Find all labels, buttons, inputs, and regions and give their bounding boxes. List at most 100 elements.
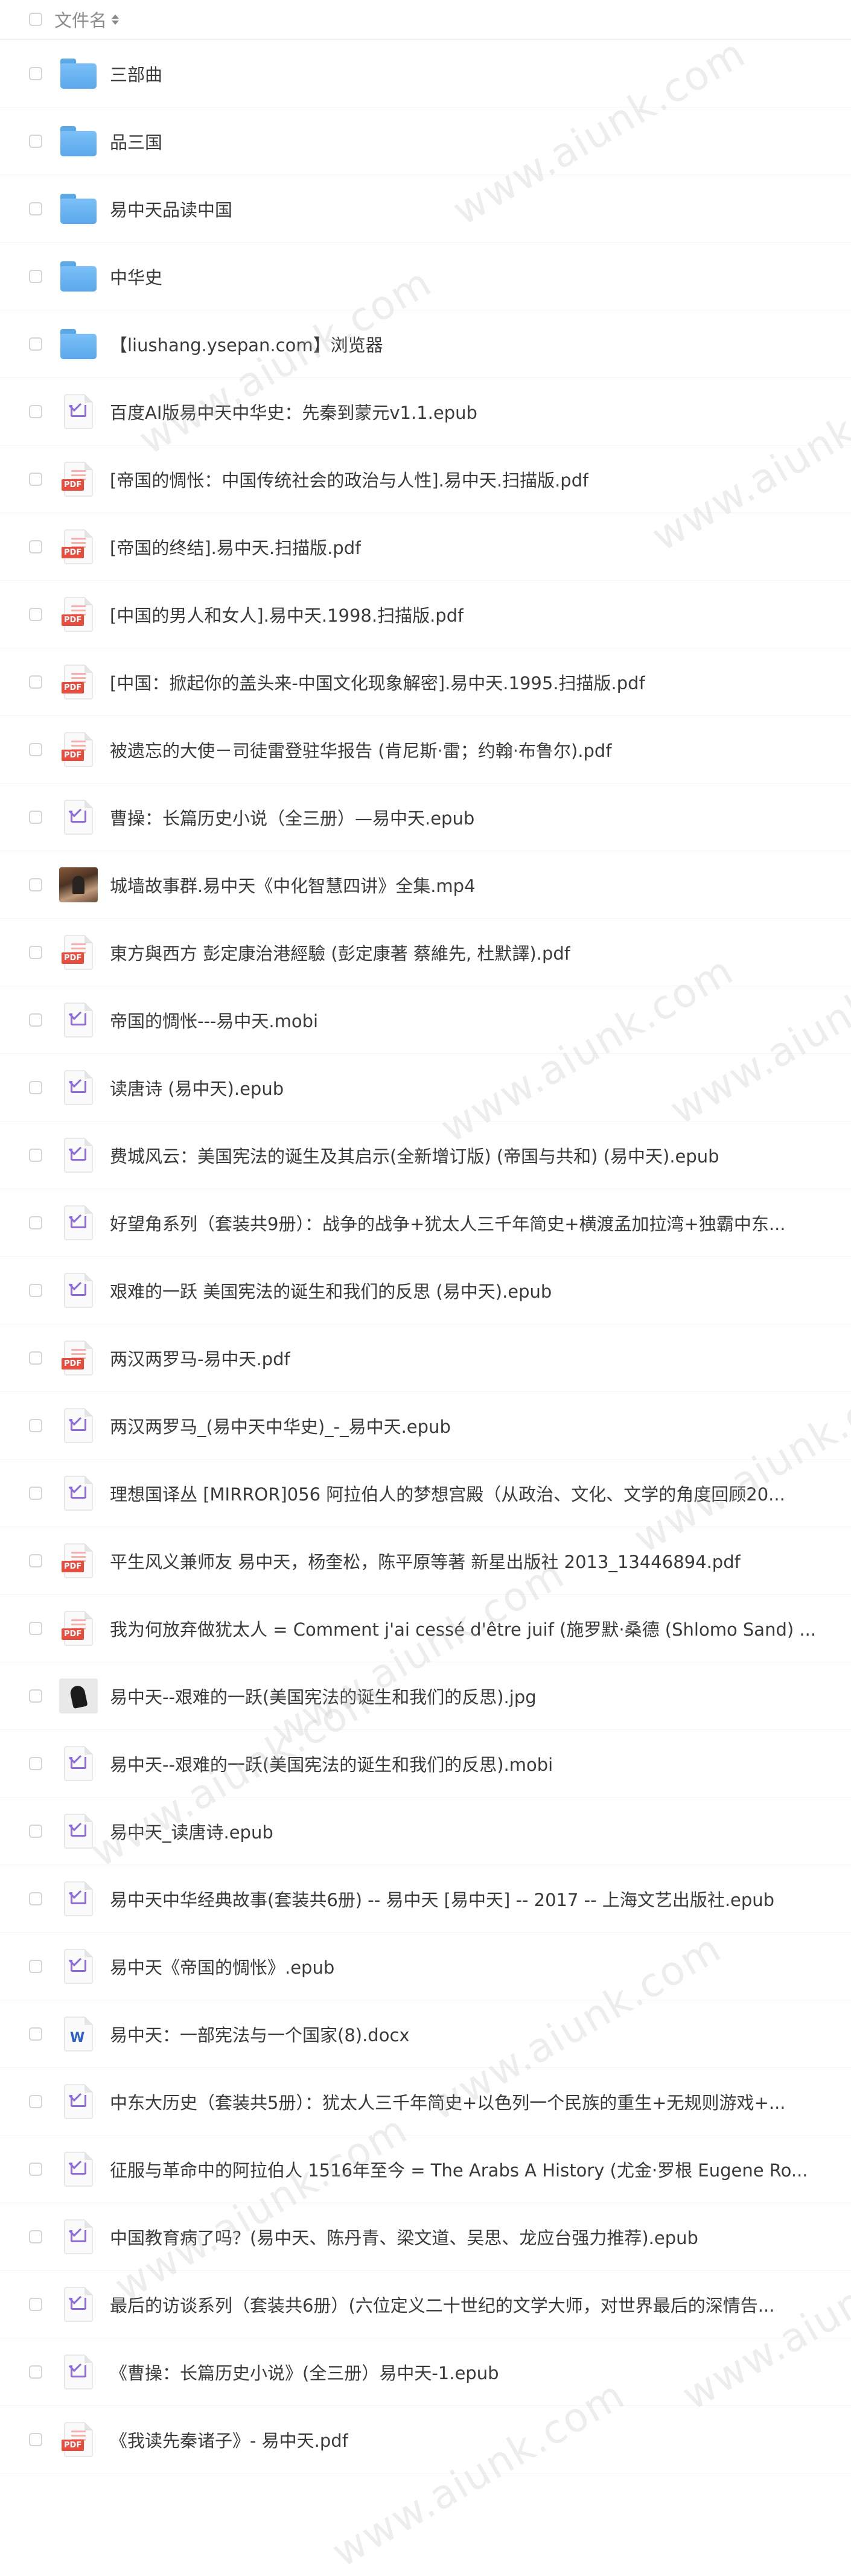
file-name[interactable]: 易中天_读唐诗.epub (110, 1819, 273, 1844)
file-row[interactable]: PDF [帝国的惆怅：中国传统社会的政治与人性].易中天.扫描版.pdf (0, 445, 851, 513)
file-name[interactable]: 《我读先秦诸子》- 易中天.pdf (110, 2427, 348, 2452)
file-row[interactable]: 中东大历史（套装共5册）：犹太人三千年简史+以色列一个民族的重生+无规则游戏+.… (0, 2068, 851, 2135)
row-checkbox[interactable] (29, 1148, 42, 1162)
file-row[interactable]: 曹操：长篇历史小说（全三册）—易中天.epub (0, 783, 851, 851)
file-row[interactable]: 好望角系列（套装共9册）：战争的战争+犹太人三千年简史+横渡孟加拉湾+独霸中东.… (0, 1189, 851, 1257)
file-name[interactable]: 两汉两罗马-易中天.pdf (110, 1345, 290, 1371)
row-checkbox[interactable] (29, 1216, 42, 1229)
file-name[interactable]: 曹操：长篇历史小说（全三册）—易中天.epub (110, 805, 474, 830)
file-name[interactable]: 征服与革命中的阿拉伯人 1516年至今 = The Arabs A Histor… (110, 2157, 808, 2182)
row-checkbox[interactable] (29, 945, 42, 959)
file-name[interactable]: 平生风义兼师友 易中天，杨奎松，陈平原等著 新星出版社 2013_1344689… (110, 1548, 741, 1573)
file-name[interactable]: 中国教育病了吗？(易中天、陈丹青、梁文道、吴思、龙应台强力推荐).epub (110, 2224, 698, 2249)
file-name[interactable]: 我为何放弃做犹太人 = Comment j'ai cessé d'être ju… (110, 1616, 816, 1641)
file-row[interactable]: 艰难的一跃 美国宪法的诞生和我们的反思 (易中天).epub (0, 1257, 851, 1324)
file-name[interactable]: 费城风云：美国宪法的诞生及其启示(全新增订版) (帝国与共和) (易中天).ep… (110, 1143, 719, 1168)
file-row[interactable]: 易中天中华经典故事(套装共6册) -- 易中天 [易中天] -- 2017 --… (0, 1865, 851, 1933)
row-checkbox[interactable] (29, 66, 42, 80)
row-checkbox[interactable] (29, 1418, 42, 1432)
file-name[interactable]: 中东大历史（套装共5册）：犹太人三千年简史+以色列一个民族的重生+无规则游戏+.… (110, 2089, 786, 2114)
row-checkbox[interactable] (29, 675, 42, 689)
file-name[interactable]: 好望角系列（套装共9册）：战争的战争+犹太人三千年简史+横渡孟加拉湾+独霸中东.… (110, 1210, 786, 1235)
row-checkbox[interactable] (29, 2365, 42, 2379)
row-checkbox[interactable] (29, 1892, 42, 1905)
row-checkbox[interactable] (29, 2230, 42, 2243)
file-row[interactable]: 理想国译丛 [MIRROR]056 阿拉伯人的梦想宫殿（从政治、文化、文学的角度… (0, 1459, 851, 1527)
row-checkbox[interactable] (29, 878, 42, 891)
row-checkbox[interactable] (29, 337, 42, 351)
row-checkbox[interactable] (29, 540, 42, 553)
row-checkbox[interactable] (29, 2027, 42, 2041)
row-checkbox[interactable] (29, 472, 42, 486)
row-checkbox[interactable] (29, 1824, 42, 1838)
file-row[interactable]: 中国教育病了吗？(易中天、陈丹青、梁文道、吴思、龙应台强力推荐).epub (0, 2203, 851, 2271)
file-row[interactable]: PDF [中国的男人和女人].易中天.1998.扫描版.pdf (0, 581, 851, 648)
file-name[interactable]: [中国的男人和女人].易中天.1998.扫描版.pdf (110, 602, 464, 627)
file-row[interactable]: 品三国 (0, 107, 851, 175)
file-name[interactable]: 帝国的惆怅---易中天.mobi (110, 1007, 318, 1033)
file-name[interactable]: [中国：掀起你的盖头来-中国文化现象解密].易中天.1995.扫描版.pdf (110, 669, 645, 695)
file-name[interactable]: 易中天--艰难的一跃(美国宪法的诞生和我们的反思).mobi (110, 1751, 553, 1776)
file-row[interactable]: W 易中天：一部宪法与一个国家(8).docx (0, 2000, 851, 2068)
file-row[interactable]: PDF 两汉两罗马-易中天.pdf (0, 1324, 851, 1392)
row-checkbox[interactable] (29, 1689, 42, 1703)
sort-icon[interactable] (112, 14, 120, 25)
row-checkbox[interactable] (29, 1283, 42, 1297)
row-checkbox[interactable] (29, 1080, 42, 1094)
file-row[interactable]: PDF 《我读先秦诸子》- 易中天.pdf (0, 2406, 851, 2473)
file-row[interactable]: PDF [中国：掀起你的盖头来-中国文化现象解密].易中天.1995.扫描版.pd… (0, 648, 851, 716)
file-row[interactable]: 易中天品读中国 (0, 175, 851, 243)
file-name[interactable]: 两汉两罗马_(易中天中华史)_-_易中天.epub (110, 1413, 451, 1438)
file-name[interactable]: 易中天：一部宪法与一个国家(8).docx (110, 2021, 410, 2047)
file-row[interactable]: PDF 東方與西方 彭定康治港經驗 (彭定康著 蔡維先, 杜默譯).pdf (0, 919, 851, 986)
file-row[interactable]: 【liushang.ysepan.com】浏览器 (0, 310, 851, 378)
file-name[interactable]: 東方與西方 彭定康治港經驗 (彭定康著 蔡維先, 杜默譯).pdf (110, 940, 570, 965)
row-checkbox[interactable] (29, 1554, 42, 1567)
file-row[interactable]: 三部曲 (0, 40, 851, 107)
row-checkbox[interactable] (29, 2432, 42, 2446)
file-name[interactable]: 最后的访谈系列（套装共6册）(六位定义二十世纪的文学大师，对世界最后的深情告..… (110, 2292, 774, 2317)
row-checkbox[interactable] (29, 134, 42, 148)
file-row[interactable]: 费城风云：美国宪法的诞生及其启示(全新增订版) (帝国与共和) (易中天).ep… (0, 1121, 851, 1189)
file-name[interactable]: 易中天中华经典故事(套装共6册) -- 易中天 [易中天] -- 2017 --… (110, 1886, 774, 1911)
file-row[interactable]: 《曹操：长篇历史小说》(全三册）易中天-1.epub (0, 2338, 851, 2406)
file-row[interactable]: PDF 被遗忘的大使－司徒雷登驻华报告 (肯尼斯·雷；约翰·布鲁尔).pdf (0, 716, 851, 783)
file-name[interactable]: 百度AI版易中天中华史：先秦到蒙元v1.1.epub (110, 399, 477, 424)
file-name[interactable]: 易中天--艰难的一跃(美国宪法的诞生和我们的反思).jpg (110, 1683, 537, 1709)
file-row[interactable]: 最后的访谈系列（套装共6册）(六位定义二十世纪的文学大师，对世界最后的深情告..… (0, 2271, 851, 2338)
file-name[interactable]: 易中天《帝国的惆怅》.epub (110, 1954, 334, 1979)
file-name[interactable]: 读唐诗 (易中天).epub (110, 1075, 284, 1100)
file-row[interactable]: 易中天--艰难的一跃(美国宪法的诞生和我们的反思).jpg (0, 1662, 851, 1730)
file-name[interactable]: [帝国的惆怅：中国传统社会的政治与人性].易中天.扫描版.pdf (110, 467, 588, 492)
row-checkbox[interactable] (29, 2094, 42, 2108)
row-checkbox[interactable] (29, 404, 42, 418)
file-row[interactable]: 百度AI版易中天中华史：先秦到蒙元v1.1.epub (0, 378, 851, 445)
file-name[interactable]: 艰难的一跃 美国宪法的诞生和我们的反思 (易中天).epub (110, 1278, 552, 1303)
filename-column-label[interactable]: 文件名 (54, 7, 107, 32)
row-checkbox[interactable] (29, 1959, 42, 1973)
file-row[interactable]: PDF 平生风义兼师友 易中天，杨奎松，陈平原等著 新星出版社 2013_1344… (0, 1527, 851, 1595)
row-checkbox[interactable] (29, 2162, 42, 2176)
file-name[interactable]: 被遗忘的大使－司徒雷登驻华报告 (肯尼斯·雷；约翰·布鲁尔).pdf (110, 737, 612, 762)
file-row[interactable]: PDF [帝国的终结].易中天.扫描版.pdf (0, 513, 851, 581)
row-checkbox[interactable] (29, 1486, 42, 1500)
row-checkbox[interactable] (29, 1351, 42, 1365)
file-name[interactable]: [帝国的终结].易中天.扫描版.pdf (110, 534, 361, 560)
file-name[interactable]: 【liushang.ysepan.com】浏览器 (110, 331, 383, 357)
file-row[interactable]: 易中天_读唐诗.epub (0, 1797, 851, 1865)
row-checkbox[interactable] (29, 810, 42, 824)
file-row[interactable]: 易中天《帝国的惆怅》.epub (0, 1933, 851, 2000)
file-name[interactable]: 中华史 (110, 264, 162, 289)
row-checkbox[interactable] (29, 2297, 42, 2311)
row-checkbox[interactable] (29, 202, 42, 215)
file-row[interactable]: 城墙故事群.易中天《中化智慧四讲》全集.mp4 (0, 851, 851, 919)
file-name[interactable]: 城墙故事群.易中天《中化智慧四讲》全集.mp4 (110, 872, 476, 897)
file-row[interactable]: 中华史 (0, 243, 851, 310)
row-checkbox[interactable] (29, 607, 42, 621)
file-name[interactable]: 三部曲 (110, 61, 162, 86)
file-row[interactable]: 读唐诗 (易中天).epub (0, 1054, 851, 1121)
row-checkbox[interactable] (29, 1756, 42, 1770)
file-row[interactable]: 征服与革命中的阿拉伯人 1516年至今 = The Arabs A Histor… (0, 2135, 851, 2203)
file-name[interactable]: 品三国 (110, 129, 162, 154)
row-checkbox[interactable] (29, 1013, 42, 1027)
